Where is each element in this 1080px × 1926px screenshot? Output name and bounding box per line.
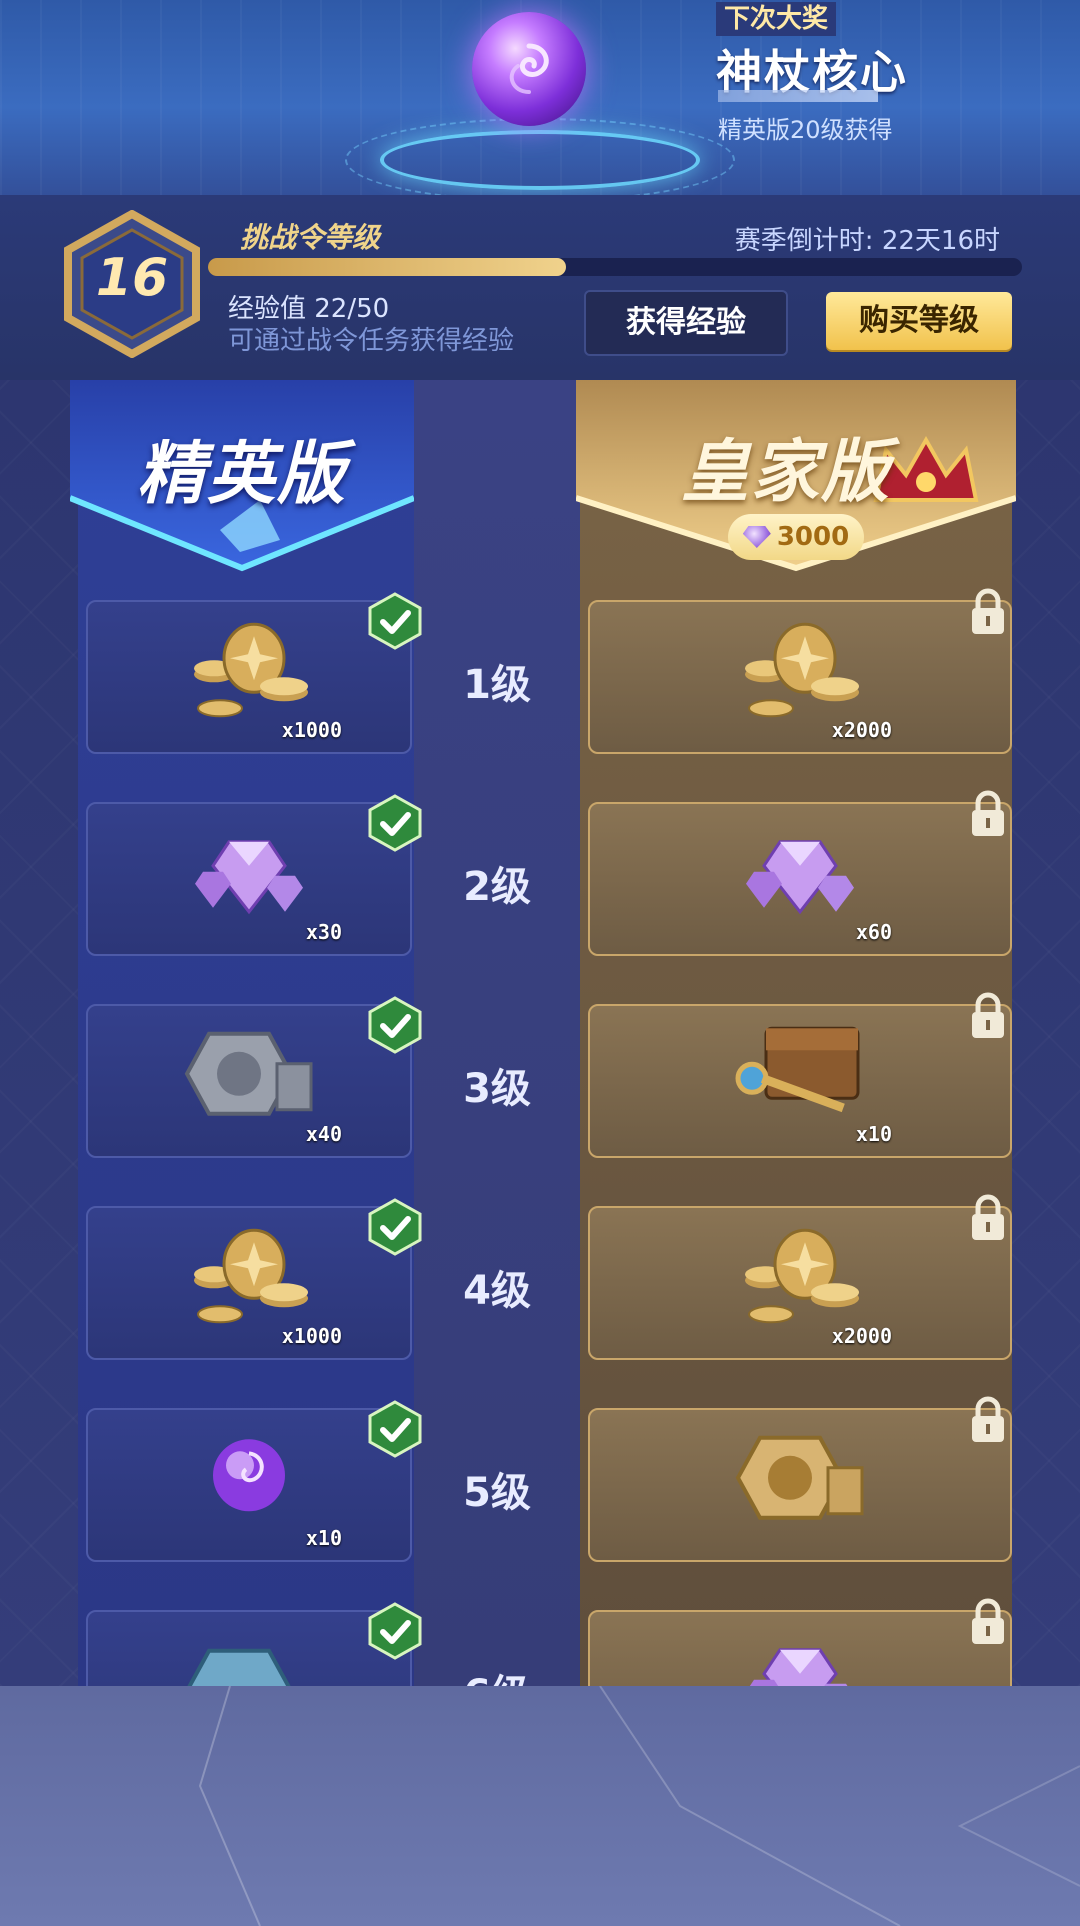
next-reward-tag: 下次大奖 [716,2,837,36]
elite-track-title: 精英版 [136,435,347,514]
claimed-check-icon [366,592,424,650]
xp-hint: 可通过战令任务获得经验 [228,326,515,356]
royal-price-badge[interactable]: 3000 [728,514,864,560]
next-reward-subtitle: 精英版20级获得 [718,116,893,144]
level-title: 挑战令等级 [240,221,381,254]
chest-key-icon [730,1018,870,1132]
claimed-check-icon [366,1400,424,1458]
reward-track-list[interactable]: 精英版 皇家版 3000 x1000 1级 x2000 x30 2级 x60 x… [0,380,1080,1686]
level-label: 4级 [463,1268,531,1314]
level-label: 6级 [414,1662,580,1686]
lock-icon [968,1396,1008,1444]
royal-reward-card[interactable] [588,1396,1012,1562]
purple-gems-icon [740,822,860,926]
next-reward-banner[interactable]: 下次大奖 神杖核心 精英版20级获得 [0,0,1080,195]
lock-icon [968,588,1008,636]
next-reward-underline [718,90,878,102]
level-label: 1级 [463,662,531,708]
gold-coins-icon [735,1220,865,1334]
gold-coins-icon [184,1220,314,1334]
gold-coins-icon [184,614,314,728]
elite-reward-card[interactable]: x10 [86,1400,422,1562]
level-label: 3级 [463,1066,531,1112]
blue-token-icon [179,1641,319,1686]
purple-gems-icon [740,1630,860,1686]
xp-progress-bar [208,258,1022,276]
battle-pass-screen: 下次大奖 神杖核心 精英版20级获得 16 挑战令等级 赛季倒计时: 22天16… [0,0,1080,1926]
level-label: 2级 [463,864,531,910]
bottom-background [0,1686,1080,1926]
royal-reward-card[interactable]: x2000 [588,588,1012,754]
reward-quantity: x10 [855,1122,892,1146]
elite-reward-card[interactable]: x40 [86,996,422,1158]
lock-icon [968,1194,1008,1242]
reward-quantity: x2000 [831,1324,892,1348]
royal-reward-card[interactable]: x10 [588,992,1012,1158]
purple-gems-icon [189,822,309,926]
gold-token-icon [730,1428,870,1532]
reward-quantity: x40 [305,1122,342,1146]
claimed-check-icon [366,794,424,852]
lock-icon [968,1598,1008,1646]
buy-level-button[interactable]: 购买等级 [826,292,1012,350]
silver-token-icon [179,1024,319,1128]
reward-quantity: x30 [305,920,342,944]
scepter-core-orb-icon[interactable] [472,12,586,126]
elite-reward-card[interactable]: x1000 [86,592,422,754]
claimed-check-icon [366,1198,424,1256]
reward-quantity: x60 [855,920,892,944]
elite-reward-card[interactable]: x30 [86,794,422,956]
elite-reward-card[interactable]: x1000 [86,1198,422,1360]
royal-track-title: 皇家版 [680,433,891,512]
claimed-check-icon [366,996,424,1054]
level-label: 5级 [463,1470,531,1516]
lock-icon [968,992,1008,1040]
royal-reward-card[interactable]: x60 [588,790,1012,956]
get-exp-button[interactable]: 获得经验 [584,290,788,356]
royal-reward-card[interactable] [588,1598,1012,1686]
xp-progress-fill [208,258,567,276]
royal-price: 3000 [776,522,850,552]
purple-orb-icon [204,1433,294,1527]
gold-coins-icon [735,614,865,728]
reward-quantity: x1000 [281,718,342,742]
reward-quantity: x1000 [281,1324,342,1348]
diamond-icon [742,526,771,548]
elite-reward-card[interactable] [86,1602,422,1686]
claimed-check-icon [366,1602,424,1660]
royal-reward-card[interactable]: x2000 [588,1194,1012,1360]
current-level: 16 [95,248,169,308]
pedestal-glow [380,130,700,190]
season-countdown: 赛季倒计时: 22天16时 [734,226,1000,256]
reward-quantity: x10 [305,1526,342,1550]
reward-quantity: x2000 [831,718,892,742]
lock-icon [968,790,1008,838]
